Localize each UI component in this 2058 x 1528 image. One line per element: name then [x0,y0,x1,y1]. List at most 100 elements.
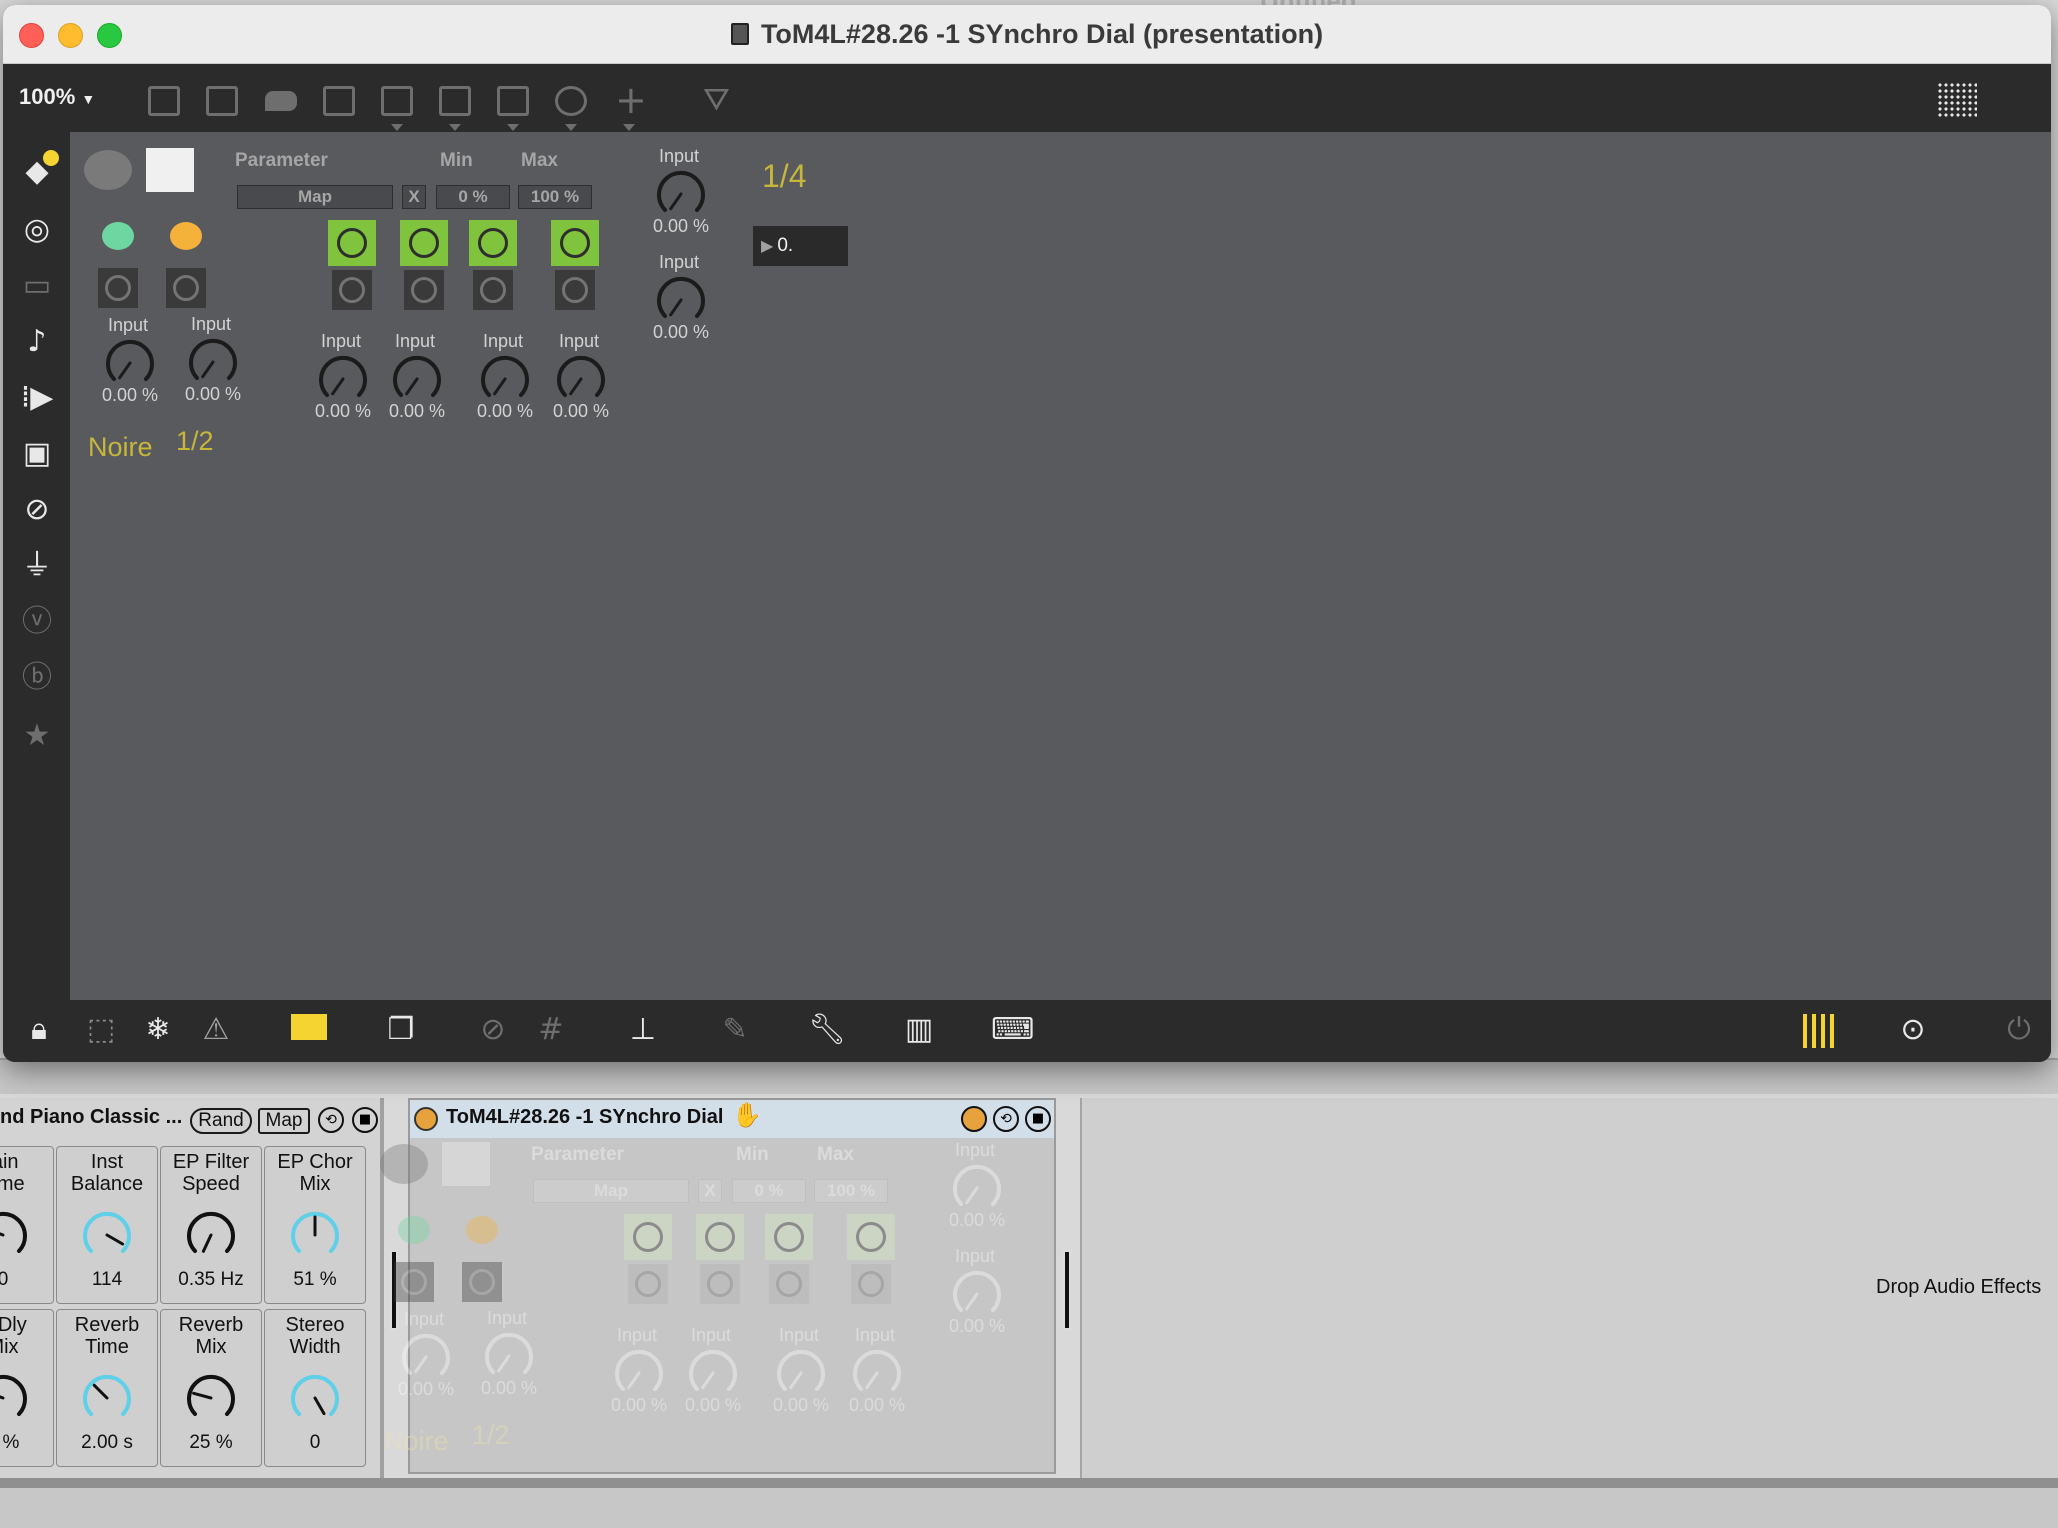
input-dial[interactable] [949,1266,1005,1322]
add-clip-icon[interactable]: ✎ [715,1010,755,1050]
piano-icon[interactable]: ▥ [899,1010,939,1050]
input-dial[interactable] [389,351,445,407]
input-dial[interactable] [849,1345,905,1401]
message-box-icon[interactable] [206,86,238,116]
toggle-button[interactable] [555,270,595,310]
toggle-icon[interactable] [323,86,355,116]
save-preset-icon[interactable]: ■ [1025,1106,1051,1132]
map-clear-button[interactable]: X [402,185,426,209]
slider-object-icon[interactable] [497,86,529,116]
device-parameter-cell[interactable]: lain lume 0 [0,1146,54,1304]
parameter-dial[interactable] [79,1370,135,1426]
input-dial[interactable] [477,351,533,407]
green-toggle-button[interactable] [328,220,376,266]
white-square-button[interactable] [442,1142,490,1186]
toggle-button[interactable] [628,1264,668,1304]
grid-icon[interactable]: # [531,1010,571,1050]
chevron-down-icon[interactable] [391,124,403,131]
map-max-field[interactable]: 100 % [814,1179,888,1203]
parameter-dial[interactable] [79,1207,135,1263]
new-object-icon[interactable] [148,86,180,116]
teal-dot[interactable] [398,1216,430,1244]
presentation-canvas[interactable]: Parameter Min Max Map X 0 % 100 % Input 0.00 % In… [70,132,2051,1000]
green-toggle-button[interactable] [400,220,448,266]
green-toggle-button[interactable] [469,220,517,266]
input-dial[interactable] [185,334,241,390]
beap-icon[interactable]: ⓑ [19,660,55,696]
input-dial[interactable] [481,1328,537,1384]
rand-button[interactable]: Rand [190,1108,252,1134]
green-toggle-button[interactable] [696,1214,744,1260]
input-dial[interactable] [773,1345,829,1401]
select-arrow-icon[interactable]: ⬚ [81,1010,121,1050]
orange-dot[interactable] [466,1216,498,1244]
input-dial[interactable] [553,351,609,407]
toggle-button[interactable] [462,1262,502,1302]
toggle-button[interactable] [769,1264,809,1304]
toggle-button[interactable] [332,270,372,310]
power-icon[interactable]: ⏻ [1999,1010,2039,1050]
parameter-dial[interactable] [183,1370,239,1426]
chevron-down-icon[interactable] [507,124,519,131]
device-splitter-handle[interactable] [1063,1250,1071,1330]
input-dial[interactable] [398,1329,454,1385]
device-parameter-cell[interactable]: Inst Balance 114 [56,1146,158,1304]
parameter-dial[interactable] [287,1370,343,1426]
number-box[interactable]: ▶ 0. [753,226,848,266]
map-min-field[interactable]: 0 % [732,1179,806,1203]
lock-icon[interactable]: 🔒︎ [19,1010,59,1050]
parameter-dial[interactable] [287,1207,343,1263]
input-dial[interactable] [315,351,371,407]
grey-dot-button[interactable] [380,1144,428,1184]
green-toggle-button[interactable] [765,1214,813,1260]
plug-icon[interactable]: ⏚ [19,548,55,584]
hide-icon[interactable]: ⊘ [473,1010,513,1050]
map-field[interactable]: Map [237,185,393,209]
add-object-icon[interactable]: + [615,78,647,122]
input-dial[interactable] [102,335,158,391]
target-icon[interactable]: ◎ [19,212,55,248]
windows-icon[interactable]: ❐ [381,1010,421,1050]
device-parameter-cell[interactable]: EP Filter Speed 0.35 Hz [160,1146,262,1304]
button-object-icon[interactable] [381,86,413,116]
warning-icon[interactable]: ⚠ [196,1010,236,1050]
toggle-button[interactable] [98,268,138,308]
transport-icon[interactable]: ⊙ [1893,1010,1933,1050]
keyboard-icon[interactable]: ⌨ [991,1010,1034,1050]
chevron-down-icon[interactable] [565,124,577,131]
white-square-button[interactable] [146,148,194,192]
instrument-device-title[interactable]: nd Piano Classic ... [0,1106,182,1129]
device-parameter-cell[interactable]: Reverb Mix 25 % [160,1309,262,1467]
green-toggle-button[interactable] [624,1214,672,1260]
chevron-down-icon[interactable] [623,124,635,131]
image-icon[interactable]: ▣ [19,436,55,472]
toggle-button[interactable] [394,1262,434,1302]
music-note-icon[interactable]: ♪ [19,324,55,360]
presentation-mode-icon[interactable] [291,1014,327,1040]
parameter-dial[interactable] [183,1207,239,1263]
vst-icon[interactable]: ⓥ [19,604,55,640]
teal-dot[interactable] [102,222,134,250]
edit-in-max-icon[interactable] [961,1106,987,1132]
parameter-dial[interactable] [0,1207,31,1263]
dial-object-icon[interactable] [555,86,587,116]
map-max-field[interactable]: 100 % [518,185,592,209]
grey-dot-button[interactable] [84,150,132,190]
parameter-dial[interactable] [0,1370,31,1426]
map-clear-button[interactable]: X [698,1179,722,1203]
cube-icon[interactable]: ◆ [19,150,59,190]
wrench-icon[interactable]: 🔧︎ [807,1010,847,1050]
columns-icon[interactable] [1803,1014,1837,1048]
zoom-menu[interactable]: 100% ▼ [19,84,95,110]
toggle-button[interactable] [166,268,206,308]
step-sequence-icon[interactable]: ⁞▶ [19,380,55,416]
snowflake-icon[interactable]: ❄ [138,1010,178,1050]
hot-swap-icon[interactable]: ⟲ [993,1106,1019,1132]
map-min-field[interactable]: 0 % [436,185,510,209]
toggle-button[interactable] [851,1264,891,1304]
paperclip-icon[interactable]: ⊘ [19,492,55,528]
save-preset-icon[interactable]: ■ [352,1107,378,1133]
toggle-button[interactable] [473,270,513,310]
input-dial[interactable] [949,1160,1005,1216]
green-toggle-button[interactable] [847,1214,895,1260]
